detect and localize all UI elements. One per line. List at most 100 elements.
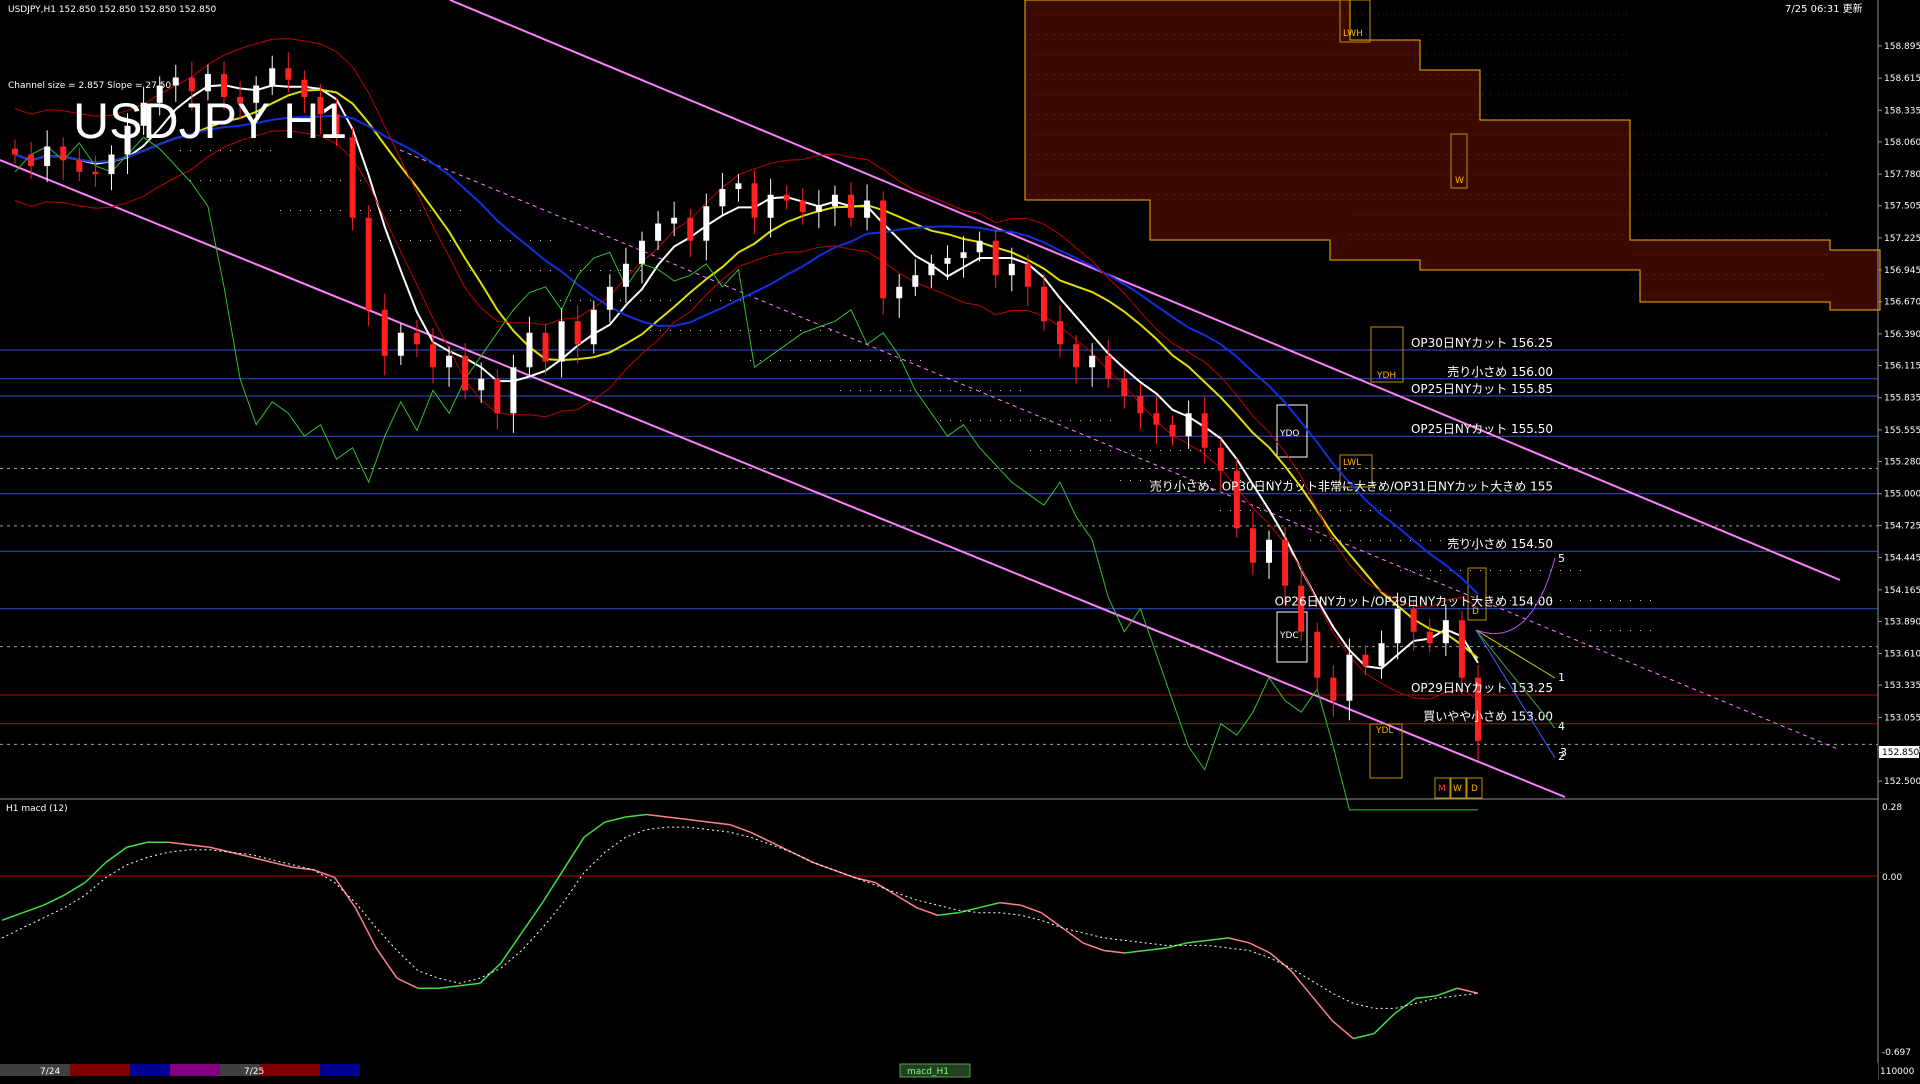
y-tick-label: 154.725 [1884, 521, 1920, 531]
chart-background [0, 0, 1920, 1080]
candle-body [349, 137, 356, 218]
candle-body [204, 74, 211, 92]
candle-body [912, 275, 919, 287]
candle-body [188, 77, 195, 92]
level-label: 売り小さめ 156.00 [1447, 364, 1553, 379]
ydl-label: YDL [1375, 726, 1393, 736]
candle-body [462, 355, 469, 391]
candle-body [381, 309, 388, 356]
candle-body [976, 240, 983, 253]
candle-body [880, 200, 887, 299]
candle-body [285, 68, 292, 80]
d2-label: D [1471, 784, 1478, 794]
y-tick-label: 155.280 [1884, 458, 1920, 468]
candle-body [671, 217, 678, 224]
candle-body [365, 217, 372, 310]
projection-3: 3 [1560, 746, 1567, 759]
lwl-label: LWL [1343, 458, 1361, 468]
level-label: 買いやや小さめ 153.00 [1423, 710, 1553, 724]
y-tick-label: 155.000 [1884, 490, 1920, 500]
candle-body [397, 332, 404, 356]
price-chart[interactable]: LWH W YDH LWL YDL D M W D YDO YDC OP30日N… [0, 0, 1920, 1080]
candle-body [687, 217, 694, 241]
y-tick-label: 156.390 [1884, 330, 1920, 340]
level-label: OP25日NYカット 155.85 [1411, 382, 1553, 396]
y-tick-label: 154.165 [1884, 586, 1920, 596]
y-tick-label: 158.335 [1884, 106, 1920, 116]
y-tick-label: 156.115 [1884, 362, 1920, 372]
candle-body [639, 240, 645, 264]
candle-body [1442, 620, 1449, 644]
candle-body [12, 148, 18, 155]
y-tick-label: 154.445 [1884, 554, 1920, 564]
candle-body [590, 309, 597, 345]
ydh-label: YDH [1376, 371, 1396, 381]
candle-body [992, 240, 999, 276]
y-tick-label: 158.615 [1884, 74, 1920, 84]
candle-body [944, 258, 951, 264]
y-tick-label: 158.060 [1884, 138, 1920, 148]
candle-body [1169, 424, 1176, 437]
y-tick-label: 158.895 [1884, 42, 1920, 52]
macd-axis-zero: 0.00 [1882, 873, 1902, 883]
y-tick-label: 155.835 [1884, 394, 1920, 404]
y-tick-label: 153.610 [1884, 650, 1920, 660]
candle-body [799, 200, 806, 213]
candle-body [1185, 413, 1192, 437]
date-7-25: 7/25 [244, 1067, 264, 1077]
macd-axis-top: 0.28 [1882, 803, 1902, 813]
symbol-info: USDJPY,H1 152.850 152.850 152.850 152.85… [8, 5, 217, 15]
current-price: 152.850 [1882, 748, 1919, 758]
candle-body [1266, 539, 1272, 563]
candle-body [815, 206, 822, 213]
candle-body [960, 252, 967, 259]
candle-body [526, 332, 533, 368]
candle-body [719, 189, 726, 207]
date-7-24: 7/24 [40, 1067, 60, 1077]
candle-body [735, 183, 742, 190]
candle-body [1073, 344, 1080, 368]
y-tick-label: 157.780 [1884, 170, 1920, 180]
candle-body [1089, 355, 1096, 368]
level-label: OP30日NYカット 156.25 [1411, 336, 1553, 350]
candle-body [478, 378, 485, 391]
candle-body [430, 344, 436, 368]
candle-body [655, 223, 662, 241]
y-tick-label: 153.055 [1884, 713, 1920, 723]
projection-1: 1 [1558, 671, 1565, 684]
candle-body [76, 160, 83, 172]
candle-body [1282, 539, 1289, 586]
candle-body [1394, 608, 1401, 644]
macd-axis-bottom: -0.697 [1882, 1048, 1911, 1058]
candle-body [269, 68, 276, 86]
candle-body [542, 332, 549, 362]
candle-body [767, 194, 774, 218]
candle-body [494, 378, 501, 414]
projection-4: 4 [1558, 720, 1565, 733]
bottom-right-value: 110000 [1880, 1067, 1915, 1077]
candle-body [1008, 263, 1015, 276]
candle-body [1153, 413, 1160, 425]
candle-body [446, 355, 453, 368]
candle-body [510, 367, 517, 414]
candle-body [1362, 654, 1369, 667]
candle-body [1057, 321, 1063, 345]
candle-body [928, 263, 935, 276]
chart-title: USDJPY H1 [73, 93, 347, 149]
lwh-label: LWH [1343, 29, 1363, 39]
ydo-label: YDO [1279, 429, 1300, 439]
datetime-stamp: 7/25 06:31 更新 [1785, 2, 1863, 15]
ydc-label: YDC [1279, 631, 1299, 641]
candle-body [864, 200, 871, 218]
candle-body [831, 194, 838, 207]
candle-body [751, 183, 758, 218]
candle-body [44, 146, 51, 167]
candle-body [60, 146, 67, 161]
candle-body [1410, 608, 1417, 632]
y-tick-label: 152.500 [1884, 777, 1920, 787]
macd-label: H1 macd (12) [6, 804, 68, 814]
projection-5: 5 [1558, 552, 1565, 565]
indicator-note: Channel size = 2.857 Slope = 27.50 [8, 81, 171, 91]
m-label: M [1438, 784, 1446, 794]
y-tick-label: 156.945 [1884, 266, 1920, 276]
